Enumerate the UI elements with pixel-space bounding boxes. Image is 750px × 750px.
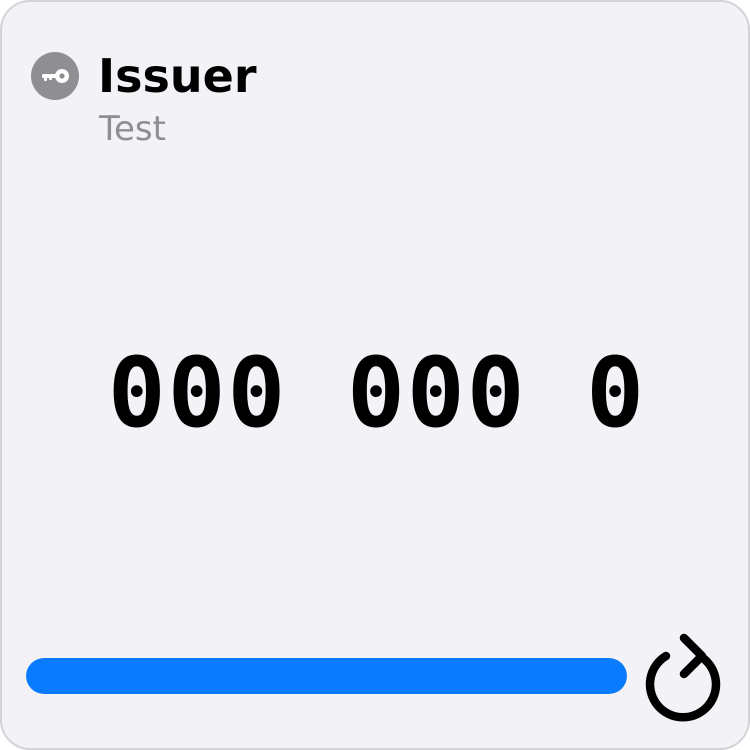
issuer-name: Issuer <box>98 49 257 103</box>
refresh-icon <box>645 633 721 722</box>
otp-code[interactable]: 000 000 0 <box>2 338 748 448</box>
countdown-progress-bar <box>26 658 627 694</box>
account-name: Test <box>99 109 166 149</box>
otp-widget: Issuer Test 000 000 0 <box>0 0 750 750</box>
refresh-button[interactable] <box>640 626 726 722</box>
countdown-progress-fill <box>26 658 627 694</box>
key-icon <box>31 52 79 100</box>
